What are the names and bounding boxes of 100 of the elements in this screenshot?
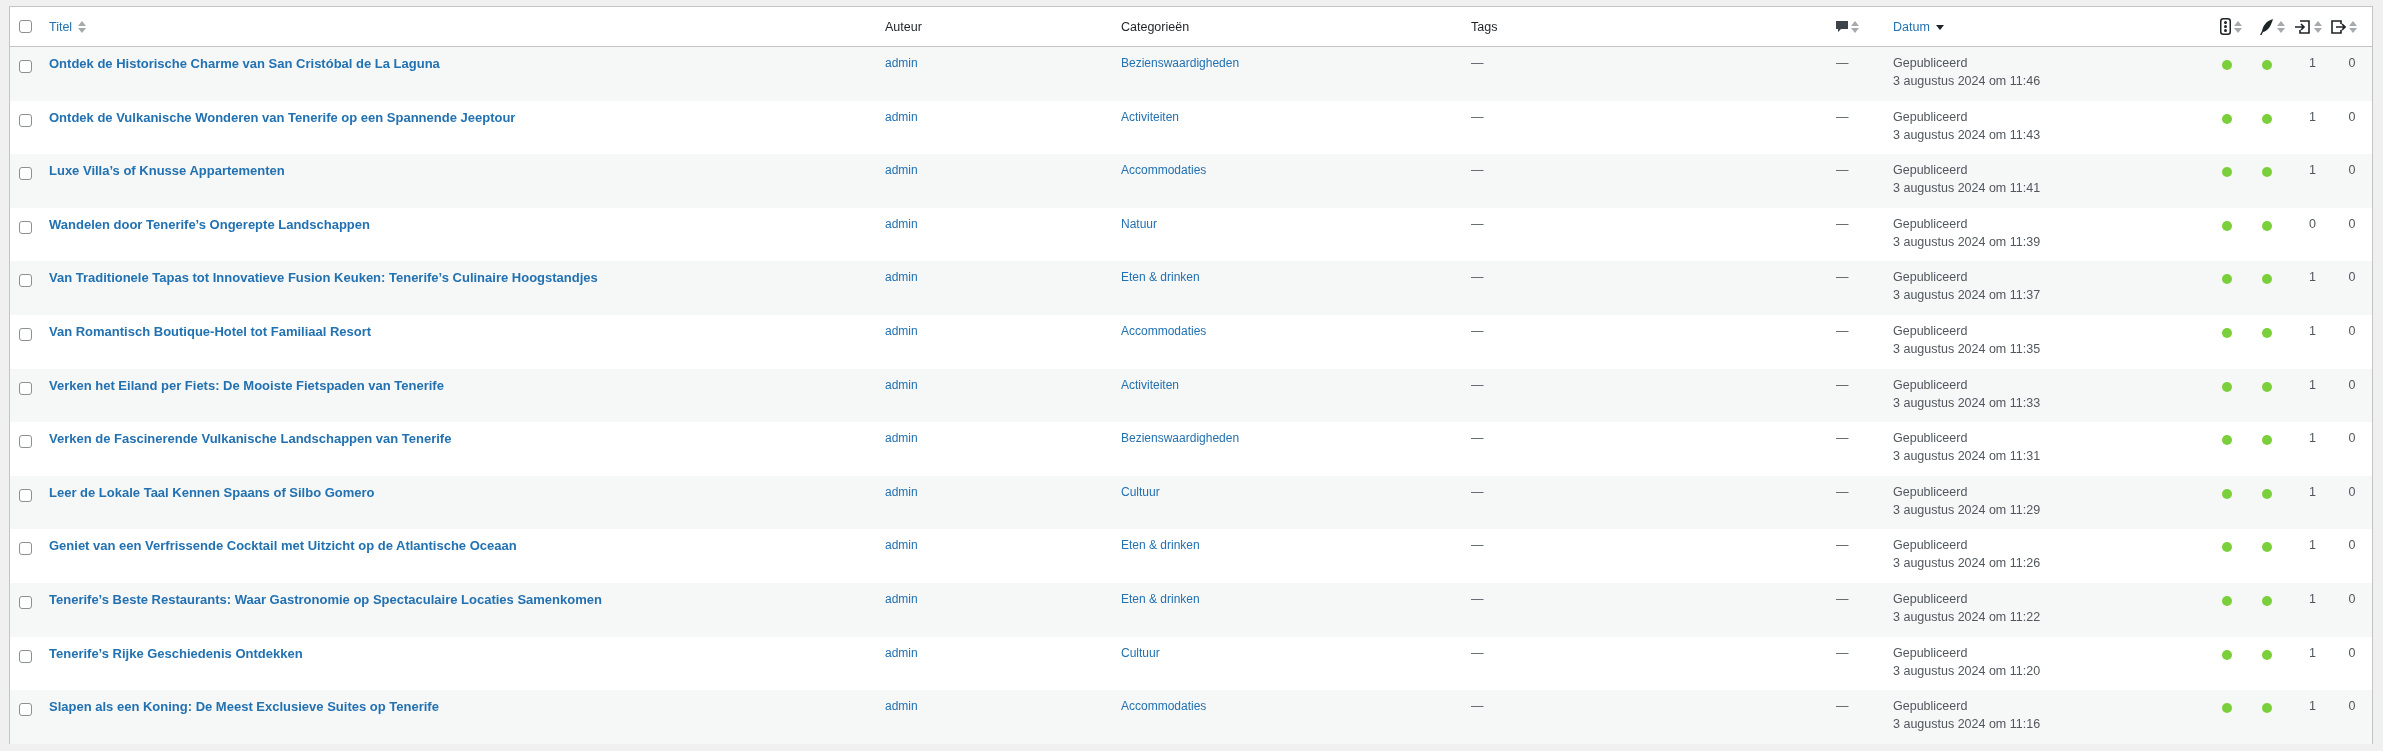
author-link[interactable]: admin [885,431,918,446]
outgoing-links-count: 0 [2348,56,2356,70]
date-text: 3 augustus 2024 om 11:16 [1893,717,2042,732]
post-title-link[interactable]: Ontdek de Historische Charme van San Cristóbal de La Laguna [49,56,440,71]
category-link[interactable]: Eten & drinken [1121,538,1200,553]
post-title-link[interactable]: Van Traditionele Tapas tot Innovatieve Fusion Keuken: Tenerife’s Culinaire Hoogstandjes [49,270,598,286]
category-link[interactable]: Cultuur [1121,645,1160,660]
checkbox[interactable] [19,113,32,127]
category-link[interactable]: Accommodaties [1121,163,1207,178]
category-link[interactable]: Cultuur [1121,484,1160,499]
author-link[interactable]: admin [885,270,918,285]
date-text: 3 augustus 2024 om 11:41 [1893,181,2042,196]
author-link[interactable]: admin [885,538,918,553]
checkbox[interactable] [19,274,32,288]
category-link[interactable]: Natuur [1121,216,1158,231]
author-link[interactable]: admin [885,163,918,178]
post-title-link[interactable]: Tenerife’s Beste Restaurants: Waar Gastronomie op Spectaculaire Locaties Samenkomen [49,591,602,607]
status-text: Gepubliceerd [1893,377,1969,392]
checkbox[interactable] [19,220,32,234]
link-out-icon[interactable] [2330,18,2346,35]
date-text: 3 augustus 2024 om 11:26 [1893,556,2042,571]
author-link[interactable]: admin [885,377,918,392]
status-text: Gepubliceerd [1893,484,1969,499]
post-title-link[interactable]: Wandelen door Tenerife’s Ongerepte Landschappen [49,216,370,232]
tags-text: — [1471,538,1484,553]
post-title-link[interactable]: Leer de Lokale Taal Kennen Spaans of Silbo Gomero [49,484,375,500]
tags-text: — [1471,377,1484,392]
comments-text: — [1836,538,1849,553]
author-link[interactable]: admin [885,323,918,338]
column-header[interactable]: Datum [1893,19,1930,34]
comments-text: — [1836,270,1849,285]
link-in-icon[interactable] [2295,18,2311,35]
post-title-link[interactable]: Van Romantisch Boutique-Hotel tot Familiaal Resort [49,323,372,339]
comments-text: — [1836,377,1849,392]
tags-text: — [1471,645,1484,660]
checkbox[interactable] [19,20,32,33]
date-text: 3 augustus 2024 om 11:39 [1893,234,2042,249]
category-link[interactable]: Activiteiten [1121,109,1180,124]
post-title-link[interactable]: Verken de Fascinerende Vulkanische Landschappen van Tenerife [49,431,452,447]
author-link[interactable]: admin [885,591,918,606]
outgoing-links-count: 0 [2348,591,2356,606]
category-link[interactable]: Bezienswaardigheden [1121,431,1240,446]
checkbox[interactable] [19,167,32,181]
comments-text: — [1836,484,1849,499]
tags-text: — [1471,56,1484,70]
status-text: Gepubliceerd [1893,699,1969,714]
column-header: Auteur [885,19,922,34]
checkbox[interactable] [19,595,32,609]
sort-icon[interactable] [2314,20,2322,33]
post-title-link[interactable]: Verken het Eiland per Fiets: De Mooiste Fietspaden van Tenerife [49,377,444,393]
post-title-link[interactable]: Luxe Villa’s of Knusse Appartementen [49,163,285,179]
outgoing-links-count: 0 [2348,109,2356,124]
category-link[interactable]: Activiteiten [1121,377,1180,392]
outgoing-links-count: 0 [2348,323,2356,338]
outgoing-links-count: 0 [2348,538,2356,553]
author-link[interactable]: admin [885,56,918,70]
checkbox[interactable] [19,435,32,449]
author-link[interactable]: admin [885,216,918,231]
traffic-light-icon[interactable] [2220,18,2231,35]
post-title-link[interactable]: Ontdek de Vulkanische Wonderen van Tenerife op een Spannende Jeeptour [49,109,516,125]
column-header[interactable]: Titel [49,19,73,34]
sort-icon[interactable] [2277,20,2285,33]
author-link[interactable]: admin [885,109,918,124]
date-text: 3 augustus 2024 om 11:22 [1893,609,2042,624]
comments-text: — [1836,645,1849,660]
checkbox[interactable] [19,488,32,502]
post-title-link[interactable]: Slapen als een Koning: De Meest Exclusieve Suites op Tenerife [49,699,439,715]
comment-icon[interactable] [1836,20,1848,33]
status-text: Gepubliceerd [1893,538,1969,553]
category-link[interactable]: Accommodaties [1121,323,1207,338]
checkbox[interactable] [19,60,32,73]
author-link[interactable]: admin [885,645,918,660]
category-link[interactable]: Accommodaties [1121,699,1207,714]
category-link[interactable]: Eten & drinken [1121,591,1200,606]
category-link[interactable]: Bezienswaardigheden [1121,56,1240,70]
post-title-link[interactable]: Geniet van een Verfrissende Cocktail met Uitzicht op de Atlantische Oceaan [49,538,517,554]
author-link[interactable]: admin [885,699,918,714]
status-text: Gepubliceerd [1893,431,1969,446]
comments-text: — [1836,699,1849,714]
outgoing-links-count: 0 [2348,645,2356,660]
sort-icon[interactable] [78,20,87,33]
checkbox[interactable] [19,327,32,341]
column-header: Tags [1471,19,1498,34]
outgoing-links-count: 0 [2348,699,2356,714]
checkbox[interactable] [19,542,32,556]
outgoing-links-count: 0 [2348,270,2356,285]
category-link[interactable]: Eten & drinken [1121,270,1200,285]
author-link[interactable]: admin [885,484,918,499]
post-title-link[interactable]: Tenerife’s Rijke Geschiedenis Ontdekken [49,645,303,661]
checkbox[interactable] [19,649,32,663]
checkbox[interactable] [19,381,32,395]
tags-text: — [1471,484,1484,499]
status-text: Gepubliceerd [1893,56,1969,70]
tags-text: — [1471,431,1484,446]
status-text: Gepubliceerd [1893,591,1969,606]
sort-icon[interactable] [2349,20,2357,33]
outgoing-links-count: 0 [2348,377,2356,392]
feather-icon[interactable] [2260,18,2274,35]
incoming-links-count: 1 [2309,163,2316,178]
checkbox[interactable] [19,703,32,717]
